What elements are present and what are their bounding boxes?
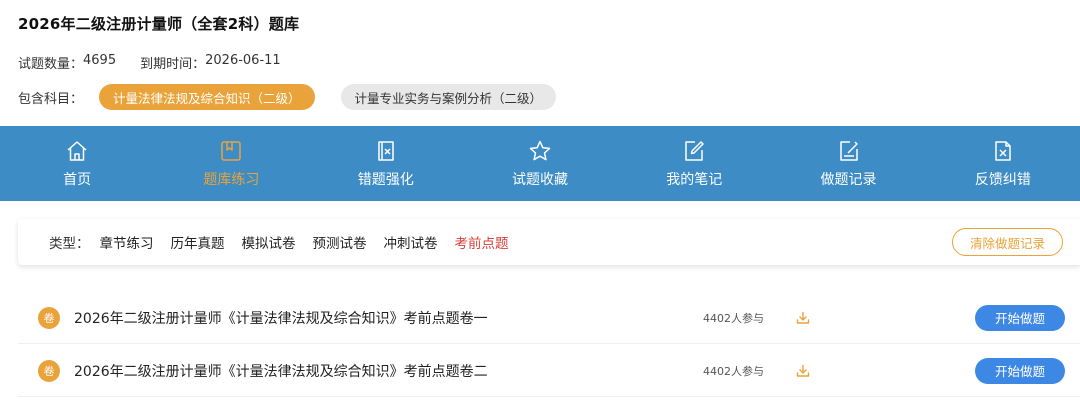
nav-label: 题库练习 (203, 171, 260, 188)
book-icon (219, 139, 243, 163)
subject-pill-law[interactable]: 计量法律法规及综合知识（二级） (99, 84, 315, 110)
nav-item-wrong-questions[interactable]: 错题强化 (309, 126, 463, 201)
page-title: 2026年二级注册计量师（全套2科）题库 (18, 15, 300, 33)
paper-title[interactable]: 2026年二级注册计量师《计量法律法规及综合知识》考前点题卷一 (74, 308, 488, 328)
filter-option-forecast[interactable]: 预测试卷 (313, 232, 367, 252)
filter-option-past-papers[interactable]: 历年真题 (171, 232, 225, 252)
nav-item-feedback[interactable]: 反馈纠错 (926, 126, 1080, 201)
list-item: 卷 2026年二级注册计量师《计量法律法规及综合知识》考前点题卷二 4402人参… (18, 345, 1080, 397)
nav-item-records[interactable]: 做题记录 (771, 126, 925, 201)
filter-option-mock[interactable]: 模拟试卷 (242, 232, 296, 252)
download-icon[interactable] (795, 310, 811, 326)
question-count-label: 试题数量： (18, 57, 84, 72)
participant-count: 4402人参与 (703, 311, 764, 325)
edit-icon (682, 139, 706, 163)
filter-option-chapter[interactable]: 章节练习 (100, 232, 154, 252)
nav-label: 首页 (63, 171, 92, 188)
type-filter-label: 类型： (49, 236, 90, 252)
expire-date-value: 2026-06-11 (205, 53, 281, 68)
wrong-doc-icon (374, 139, 398, 163)
nav-item-favorites[interactable]: 试题收藏 (463, 126, 617, 201)
participant-count: 4402人参与 (703, 364, 764, 378)
exam-meta: 试题数量： 4695 到期时间： 2026-06-11 (18, 53, 281, 72)
expire-label: 到期时间： (140, 57, 206, 72)
subjects-label: 包含科目： (18, 91, 84, 107)
subject-pill-practice[interactable]: 计量专业实务与案例分析（二级） (340, 84, 557, 110)
start-practice-button[interactable]: 开始做题 (975, 357, 1065, 384)
paper-badge: 卷 (38, 306, 60, 329)
nav-item-notes[interactable]: 我的笔记 (617, 126, 771, 201)
subjects-row: 包含科目： 计量法律法规及综合知识（二级） 计量专业实务与案例分析（二级） (18, 84, 557, 110)
download-icon[interactable] (795, 363, 811, 379)
star-icon (528, 139, 552, 163)
nav-label: 反馈纠错 (974, 171, 1031, 188)
paper-title[interactable]: 2026年二级注册计量师《计量法律法规及综合知识》考前点题卷二 (74, 361, 488, 381)
filter-option-sprint[interactable]: 冲刺试卷 (384, 232, 438, 252)
nav-label: 做题记录 (820, 171, 877, 188)
filter-option-pre-exam[interactable]: 考前点题 (455, 232, 509, 252)
start-practice-button[interactable]: 开始做题 (975, 304, 1065, 331)
paper-badge: 卷 (38, 359, 60, 382)
clear-records-button[interactable]: 清除做题记录 (951, 228, 1063, 256)
home-icon (65, 139, 89, 163)
main-nav: 首页 题库练习 错题强化 试题收藏 我的笔记 做题记录 反馈纠错 (0, 126, 1080, 201)
nav-label: 我的笔记 (666, 171, 723, 188)
nav-item-question-bank[interactable]: 题库练习 (154, 126, 308, 201)
list-item: 卷 2026年二级注册计量师《计量法律法规及综合知识》考前点题卷一 4402人参… (18, 292, 1080, 344)
feedback-icon (991, 139, 1015, 163)
nav-item-home[interactable]: 首页 (0, 126, 154, 201)
record-icon (837, 139, 861, 163)
nav-label: 错题强化 (357, 171, 414, 188)
type-filter-bar: 类型： 章节练习 历年真题 模拟试卷 预测试卷 冲刺试卷 考前点题 清除做题记录 (18, 219, 1080, 265)
nav-label: 试题收藏 (511, 171, 568, 188)
question-count-value: 4695 (83, 53, 117, 68)
